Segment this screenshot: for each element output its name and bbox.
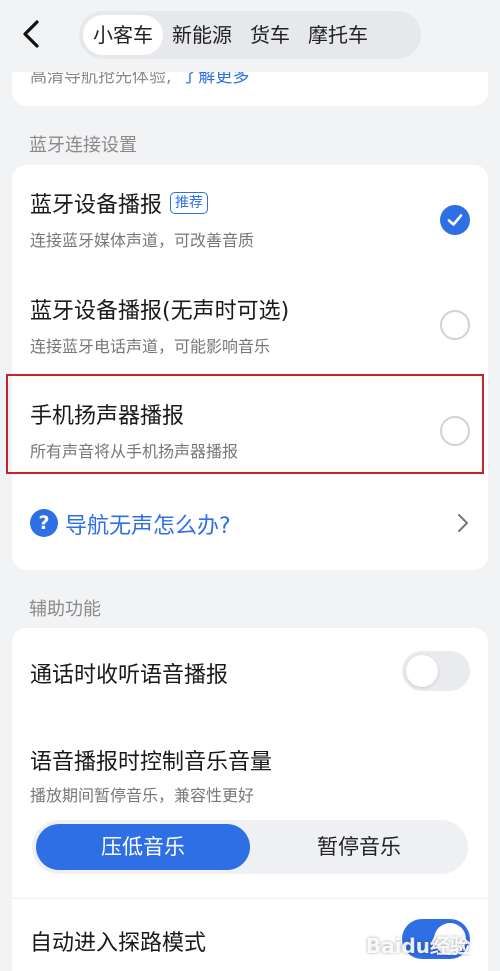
radio-unchecked[interactable] bbox=[440, 310, 470, 340]
checkmark-icon bbox=[447, 214, 463, 226]
section-title-assist: 辅助功能 bbox=[29, 599, 101, 620]
vehicle-type-tabs: 小客车 新能源 货车 摩托车 bbox=[79, 11, 421, 59]
option-subtitle: 连接蓝牙媒体声道，可改善音质 bbox=[30, 231, 255, 250]
row-subtitle: 播放期间暂停音乐，兼容性更好 bbox=[30, 786, 255, 805]
radio-unchecked[interactable] bbox=[440, 416, 470, 446]
option-subtitle: 所有声音将从手机扬声器播报 bbox=[30, 442, 239, 461]
chevron-left-icon bbox=[23, 20, 39, 48]
bluetooth-settings-card: 蓝牙设备播报 推荐 连接蓝牙媒体声道，可改善音质 蓝牙设备播报(无声时可选) 连… bbox=[12, 165, 488, 570]
music-control-segment: 压低音乐 暂停音乐 bbox=[32, 820, 468, 874]
option-bluetooth-phone[interactable]: 蓝牙设备播报(无声时可选) 连接蓝牙电话声道，可能影响音乐 bbox=[12, 270, 488, 375]
tab-motorcycle[interactable]: 摩托车 bbox=[299, 15, 377, 55]
radio-checked[interactable] bbox=[440, 205, 470, 235]
row-call-broadcast: 通话时收听语音播报 bbox=[12, 628, 488, 716]
option-title: 蓝牙设备播报 bbox=[30, 193, 163, 218]
back-button[interactable] bbox=[16, 16, 46, 52]
recommended-badge: 推荐 bbox=[170, 192, 209, 214]
tab-new-energy[interactable]: 新能源 bbox=[163, 15, 241, 55]
option-title: 手机扬声器播报 bbox=[30, 404, 185, 429]
row-title: 语音播报时控制音乐音量 bbox=[30, 750, 273, 775]
assist-settings-card: 通话时收听语音播报 语音播报时控制音乐音量 播放期间暂停音乐，兼容性更好 压低音… bbox=[12, 628, 488, 971]
row-title: 通话时收听语音播报 bbox=[30, 663, 229, 688]
tab-car[interactable]: 小客车 bbox=[83, 15, 163, 55]
lower-music-option[interactable]: 压低音乐 bbox=[36, 824, 250, 870]
chevron-right-icon bbox=[458, 514, 468, 532]
tab-truck[interactable]: 货车 bbox=[241, 15, 299, 55]
top-bar: 小客车 新能源 货车 摩托车 bbox=[0, 0, 500, 72]
call-broadcast-toggle[interactable] bbox=[402, 651, 470, 691]
help-no-sound-link[interactable]: ? 导航无声怎么办? bbox=[12, 483, 488, 563]
option-title: 蓝牙设备播报(无声时可选) bbox=[30, 299, 290, 324]
watermark: Baidu经验 bbox=[365, 934, 470, 958]
question-icon: ? bbox=[30, 509, 58, 537]
section-title-bluetooth: 蓝牙连接设置 bbox=[29, 135, 137, 156]
toggle-knob bbox=[406, 655, 438, 687]
pause-music-option[interactable]: 暂停音乐 bbox=[254, 824, 464, 870]
row-title: 自动进入探路模式 bbox=[30, 931, 207, 956]
option-bluetooth-media[interactable]: 蓝牙设备播报 推荐 连接蓝牙媒体声道，可改善音质 bbox=[12, 165, 488, 270]
option-phone-speaker[interactable]: 手机扬声器播报 所有声音将从手机扬声器播报 bbox=[12, 375, 488, 480]
option-subtitle: 连接蓝牙电话声道，可能影响音乐 bbox=[30, 337, 271, 356]
help-label: 导航无声怎么办? bbox=[65, 514, 231, 539]
